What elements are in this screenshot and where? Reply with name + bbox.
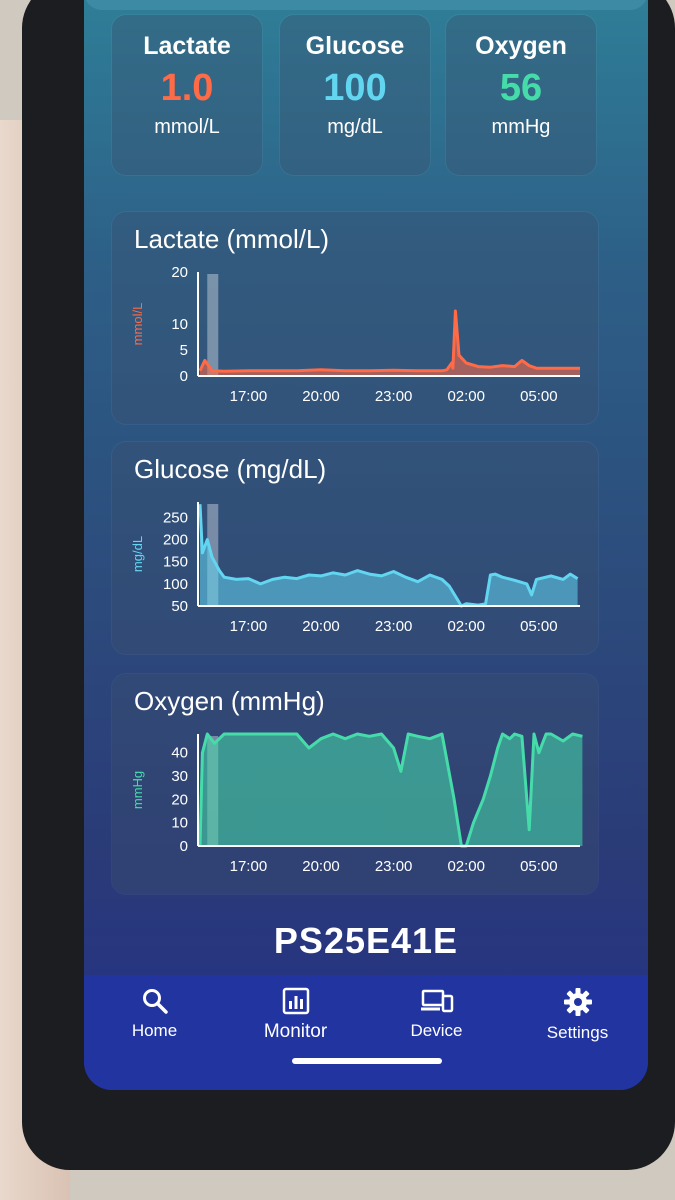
glucose-chart-card: Glucose (mg/dL) mg/dL 50 100 150 200 250 17:00… bbox=[112, 442, 598, 654]
lactate-chart-card: Lactate (mmol/L) mmol/L 0 5 10 20 17:00 20:00 2… bbox=[112, 212, 598, 424]
x-tick-label: 02:00 bbox=[447, 858, 485, 875]
bottom-navigation: Home Monitor Device Settings bbox=[84, 975, 648, 1090]
y-tick-label: 50 bbox=[171, 598, 188, 615]
nav-settings-label: Settings bbox=[546, 1023, 609, 1042]
nav-settings[interactable]: Settings bbox=[507, 975, 648, 1075]
y-tick-label: 200 bbox=[163, 532, 188, 549]
x-tick-label: 02:00 bbox=[447, 618, 485, 635]
y-axis-label: mg/dL bbox=[130, 536, 145, 572]
y-tick-label: 100 bbox=[163, 576, 188, 593]
nav-device-label: Device bbox=[410, 1021, 463, 1040]
y-tick-label: 150 bbox=[163, 554, 188, 571]
nav-home[interactable]: Home bbox=[84, 975, 225, 1075]
y-tick-label: 10 bbox=[171, 316, 188, 333]
glucose-summary-name: Glucose bbox=[305, 32, 405, 60]
device-id: PS25E41E bbox=[273, 920, 459, 961]
home-indicator[interactable] bbox=[292, 1058, 442, 1064]
series-area bbox=[200, 504, 578, 606]
x-tick-label: 20:00 bbox=[302, 858, 340, 875]
y-tick-label: 30 bbox=[171, 768, 188, 785]
oxygen-chart-card: Oxygen (mmHg) mmHg 0 10 20 30 40 17:00 20:00 23:… bbox=[112, 674, 598, 894]
lactate-summary-name: Lactate bbox=[143, 32, 231, 60]
glucose-summary-unit: mg/dL bbox=[327, 116, 383, 138]
oxygen-summary-name: Oxygen bbox=[475, 32, 567, 60]
y-axis-label: mmHg bbox=[130, 771, 145, 809]
lactate-summary-unit: mmol/L bbox=[154, 116, 220, 138]
oxygen-summary-value: 56 bbox=[499, 67, 543, 109]
lactate-summary-card[interactable]: Lactate 1.0 mmol/L bbox=[112, 15, 262, 175]
selection-band bbox=[207, 274, 219, 376]
x-tick-label: 23:00 bbox=[375, 858, 413, 875]
y-tick-label: 20 bbox=[171, 791, 188, 808]
x-tick-label: 02:00 bbox=[447, 388, 485, 405]
x-tick-label: 05:00 bbox=[520, 388, 558, 405]
x-tick-label: 05:00 bbox=[520, 618, 558, 635]
x-tick-label: 17:00 bbox=[230, 388, 268, 405]
x-tick-label: 17:00 bbox=[230, 858, 268, 875]
y-tick-label: 0 bbox=[180, 838, 188, 855]
y-tick-label: 250 bbox=[163, 509, 188, 526]
x-tick-label: 05:00 bbox=[520, 858, 558, 875]
y-tick-label: 40 bbox=[171, 745, 188, 762]
search-icon bbox=[142, 989, 168, 1014]
series-area bbox=[200, 311, 580, 376]
gear-icon bbox=[563, 988, 592, 1016]
x-tick-label: 23:00 bbox=[375, 388, 413, 405]
oxygen-chart-title: Oxygen (mmHg) bbox=[134, 686, 325, 716]
lactate-summary-value: 1.0 bbox=[160, 67, 214, 109]
y-axis-label: mmol/L bbox=[130, 303, 145, 346]
y-tick-label: 5 bbox=[180, 342, 188, 359]
oxygen-summary-card[interactable]: Oxygen 56 mmHg bbox=[446, 15, 596, 175]
nav-home-label: Home bbox=[131, 1021, 178, 1040]
top-bar bbox=[84, 0, 648, 10]
lactate-chart-title: Lactate (mmol/L) bbox=[134, 224, 330, 254]
y-tick-label: 10 bbox=[171, 815, 188, 832]
nav-monitor-label: Monitor bbox=[263, 1021, 328, 1042]
monitor-chart-icon bbox=[282, 987, 309, 1015]
glucose-summary-card[interactable]: Glucose 100 mg/dL bbox=[280, 15, 430, 175]
x-tick-label: 20:00 bbox=[302, 388, 340, 405]
glucose-summary-value: 100 bbox=[323, 67, 387, 109]
devices-icon bbox=[420, 989, 453, 1013]
x-tick-label: 23:00 bbox=[375, 618, 413, 635]
y-tick-label: 0 bbox=[180, 368, 188, 385]
phone-screen: Lactate 1.0 mmol/L Glucose 100 mg/dL Oxy… bbox=[84, 0, 648, 1090]
glucose-chart-title: Glucose (mg/dL) bbox=[134, 454, 327, 484]
x-tick-label: 17:00 bbox=[230, 618, 268, 635]
oxygen-summary-unit: mmHg bbox=[491, 116, 551, 138]
x-tick-label: 20:00 bbox=[302, 618, 340, 635]
series-line bbox=[198, 309, 580, 373]
y-tick-label: 20 bbox=[171, 264, 188, 281]
